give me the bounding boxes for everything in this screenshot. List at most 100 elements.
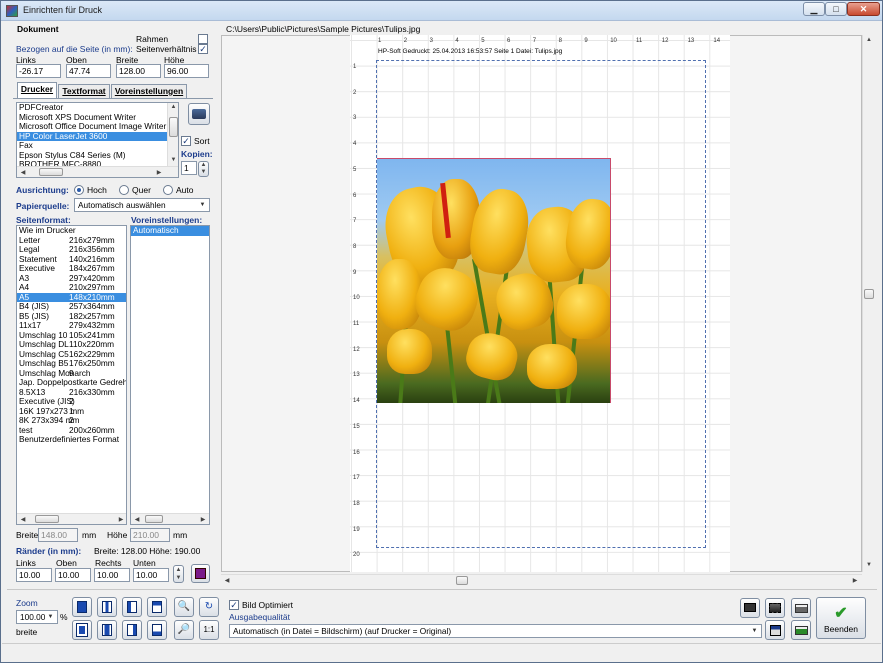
rand-rechts-field[interactable]: 10.00: [94, 568, 130, 582]
scroll-down-icon[interactable]: ▼: [169, 157, 178, 163]
align-hcenter-button[interactable]: [97, 620, 117, 640]
print-button[interactable]: [791, 598, 811, 618]
rand-links-label: Links: [16, 558, 36, 568]
scroll-thumb[interactable]: [145, 515, 163, 523]
printer-list-item[interactable]: HP Color LaserJet 3600: [17, 131, 178, 141]
rand-oben-field[interactable]: 10.00: [55, 568, 91, 582]
scroll-left-icon[interactable]: ◀: [133, 516, 141, 523]
spin-down-icon[interactable]: ▼: [174, 575, 183, 581]
maximize-button[interactable]: □: [825, 2, 847, 16]
preview-vscrollbar[interactable]: ▲ ▼: [862, 35, 875, 572]
rotate-button[interactable]: ↻: [199, 597, 219, 617]
dok-breite-field[interactable]: 128.00: [116, 64, 161, 78]
ausgabequalitaet-select[interactable]: Automatisch (in Datei = Bildschirm) (auf…: [229, 624, 762, 638]
format-name: Letter: [19, 234, 41, 245]
scroll-thumb[interactable]: [39, 168, 63, 176]
scroll-up-icon[interactable]: ▲: [169, 104, 178, 110]
tab-voreinstellungen[interactable]: Voreinstellungen: [111, 84, 187, 98]
scroll-up-icon[interactable]: ▲: [864, 37, 874, 43]
tab-drucker[interactable]: Drucker: [17, 82, 57, 98]
rand-spinner[interactable]: ▲ ▼: [173, 565, 184, 583]
fit-page-button[interactable]: [72, 597, 92, 617]
voreinstellungen-hscrollbar[interactable]: ◀ ▶: [131, 513, 209, 524]
seitenformat-hscrollbar[interactable]: ◀ ▶: [17, 513, 126, 524]
format-name: Umschlag 10: [19, 329, 68, 340]
breite-field[interactable]: 148.00: [38, 528, 78, 542]
align-left-button[interactable]: [122, 597, 142, 617]
seitenformat-list[interactable]: Wie im Drucker Letter 216x279mm Legal 216x35…: [16, 225, 127, 525]
preset-list-item[interactable]: Automatisch: [131, 226, 209, 236]
papierquelle-select[interactable]: Automatisch auswählen ▼: [74, 198, 210, 212]
zoom-select[interactable]: 100.00 ▼: [16, 610, 58, 624]
format-name: A5: [19, 291, 30, 302]
radio-quer-label: Quer: [132, 185, 151, 195]
kopien-spinner[interactable]: ▲ ▼: [198, 161, 209, 177]
radio-hoch[interactable]: [74, 185, 84, 195]
tab-textformat[interactable]: Textformat: [58, 84, 110, 98]
format-size: 216x330mm: [69, 386, 115, 397]
printer-list-hscrollbar[interactable]: ◀ ▶: [17, 166, 178, 177]
hoehe-field[interactable]: 210.00: [130, 528, 170, 542]
align-right-button[interactable]: [122, 620, 142, 640]
bezogen-label: Bezogen auf die Seite (in mm):: [16, 44, 133, 54]
print-setup-button[interactable]: [791, 620, 811, 640]
minimize-button[interactable]: ▁: [803, 2, 825, 16]
voreinstellungen-list[interactable]: Automatisch ◀ ▶: [130, 225, 210, 525]
scroll-left-icon[interactable]: ◀: [19, 516, 27, 523]
spin-down-icon[interactable]: ▼: [199, 169, 208, 175]
actual-size-button[interactable]: 1:1: [199, 620, 219, 640]
scroll-thumb[interactable]: [456, 576, 468, 585]
ruler-left-tick: 2: [353, 89, 357, 96]
scroll-left-icon[interactable]: ◀: [223, 577, 231, 584]
printer-list[interactable]: PDFCreator Microsoft XPS Document Writer M…: [16, 102, 179, 178]
scroll-down-icon[interactable]: ▼: [864, 562, 874, 568]
zoom-in-button[interactable]: 🔍: [174, 597, 194, 617]
spin-up-icon[interactable]: ▲: [199, 162, 208, 168]
format-name: Wie im Drucker: [19, 225, 76, 235]
rand-unten-field[interactable]: 10.00: [133, 568, 169, 582]
tulips-image[interactable]: [377, 158, 611, 403]
scroll-right-icon[interactable]: ▶: [155, 169, 163, 176]
scanner-button[interactable]: [765, 598, 785, 618]
dok-oben-field[interactable]: 47.74: [66, 64, 111, 78]
spin-up-icon[interactable]: ▲: [174, 567, 183, 573]
beenden-button[interactable]: ✔ Beenden: [816, 597, 866, 639]
close-button[interactable]: ✕: [847, 2, 880, 16]
fit-page-icon: [77, 601, 87, 613]
seitenverhaeltnis-checkbox[interactable]: ✓: [198, 44, 208, 54]
scroll-thumb[interactable]: [169, 117, 178, 137]
center-button[interactable]: [72, 620, 92, 640]
scroll-right-icon[interactable]: ▶: [199, 516, 207, 523]
printer-list-vscrollbar[interactable]: ▲ ▼: [167, 103, 178, 167]
scroll-left-icon[interactable]: ◀: [19, 169, 27, 176]
dok-links-field[interactable]: -26.17: [16, 64, 61, 78]
align-top-button[interactable]: [147, 597, 167, 617]
raender-label: Ränder (in mm):: [16, 546, 82, 556]
scroll-right-icon[interactable]: ▶: [851, 577, 859, 584]
format-list-item[interactable]: Benutzerdefiniertes Format: [17, 434, 126, 445]
scroll-thumb[interactable]: [35, 515, 59, 523]
page-header-text: HP-Soft Gedruckt: 25.04.2013 16:53:57 Se…: [378, 48, 563, 55]
zoom-breite-label: breite: [16, 627, 38, 637]
seitenverhaeltnis-label: Seitenverhältnis: [136, 44, 197, 54]
scroll-right-icon[interactable]: ▶: [117, 516, 125, 523]
screen-output-button[interactable]: [740, 598, 760, 618]
dok-hoehe-field[interactable]: 96.00: [164, 64, 209, 78]
bild-optimiert-checkbox[interactable]: ✓: [229, 600, 239, 610]
zoom-out-button[interactable]: 🔎: [174, 620, 194, 640]
rahmen-checkbox[interactable]: [198, 34, 208, 44]
printer-properties-button[interactable]: [188, 103, 210, 125]
align-bottom-button[interactable]: [147, 620, 167, 640]
fit-width-button[interactable]: [97, 597, 117, 617]
rand-links-field[interactable]: 10.00: [16, 568, 52, 582]
save-button[interactable]: [765, 620, 785, 640]
kopien-field[interactable]: 1: [181, 161, 197, 175]
format-name: Jap. Doppelpostkarte Gedreht: [19, 377, 127, 387]
preview-hscrollbar[interactable]: ◀ ▶: [221, 574, 862, 586]
window-title: Einrichten für Druck: [23, 5, 103, 15]
rand-color-button[interactable]: [191, 564, 210, 583]
radio-quer[interactable]: [119, 185, 129, 195]
sort-checkbox[interactable]: ✓: [181, 136, 191, 146]
radio-auto[interactable]: [163, 185, 173, 195]
scroll-thumb[interactable]: [864, 289, 874, 299]
